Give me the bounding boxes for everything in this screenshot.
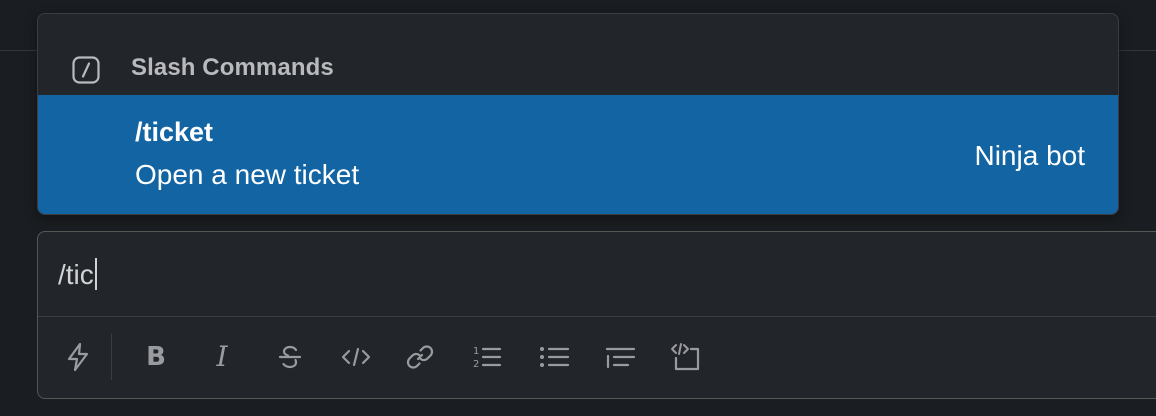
italic-icon: I xyxy=(216,340,228,373)
command-option-ticket[interactable]: /ticket Open a new ticket Ninja bot xyxy=(38,95,1118,214)
shortcuts-button[interactable] xyxy=(58,337,98,377)
slash-command-icon xyxy=(72,56,100,84)
svg-text:1: 1 xyxy=(473,346,479,357)
lightning-icon xyxy=(67,342,89,372)
page: Slash Commands /ticket Open a new ticket… xyxy=(0,0,1156,416)
link-button[interactable] xyxy=(400,337,440,377)
message-input[interactable]: /tic xyxy=(58,258,97,291)
command-description: Open a new ticket xyxy=(135,159,360,190)
code-icon xyxy=(341,347,371,367)
popup-title: Slash Commands xyxy=(131,54,334,81)
formatting-toolbar: B I 1 2 xyxy=(38,317,1156,399)
bold-button[interactable]: B xyxy=(136,337,176,377)
text-caret xyxy=(94,258,97,290)
strikethrough-icon xyxy=(278,345,302,369)
bulleted-list-button[interactable] xyxy=(534,337,574,377)
bulleted-list-icon xyxy=(540,347,570,367)
command-app-name: Ninja bot xyxy=(974,140,1085,171)
code-block-button[interactable] xyxy=(666,337,706,377)
blockquote-icon xyxy=(605,347,636,369)
command-name: /ticket xyxy=(135,117,214,147)
slash-command-popup: Slash Commands /ticket Open a new ticket… xyxy=(37,13,1119,215)
svg-text:2: 2 xyxy=(473,359,479,370)
message-input-text: /tic xyxy=(58,259,94,290)
message-composer: /tic B I 1 2 xyxy=(37,231,1156,399)
code-button[interactable] xyxy=(336,337,376,377)
ordered-list-button[interactable]: 1 2 xyxy=(466,337,506,377)
popup-header: Slash Commands xyxy=(38,14,1118,95)
blockquote-button[interactable] xyxy=(600,337,640,377)
ordered-list-icon: 1 2 xyxy=(473,346,502,370)
code-block-icon xyxy=(671,343,700,371)
toolbar-separator xyxy=(111,334,112,380)
bold-icon: B xyxy=(146,342,166,372)
italic-button[interactable]: I xyxy=(202,337,242,377)
link-icon xyxy=(406,345,434,369)
strikethrough-button[interactable] xyxy=(270,337,310,377)
